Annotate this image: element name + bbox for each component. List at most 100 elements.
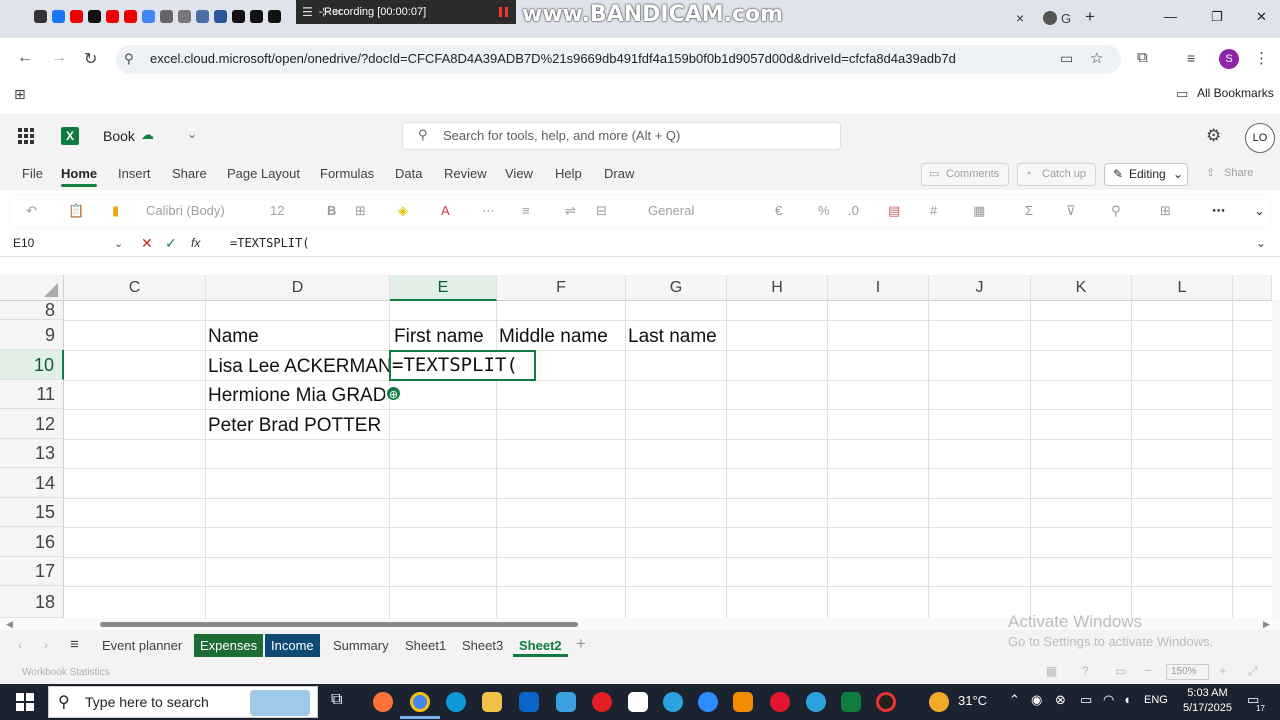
autosum-icon[interactable]: Σ [1025, 203, 1033, 218]
font-size-select[interactable]: 12 [270, 200, 308, 222]
currency-icon[interactable]: € [775, 203, 782, 218]
column-header-e[interactable]: E [390, 275, 497, 301]
fill-color-icon[interactable]: ◈ [398, 203, 408, 219]
youtube-icon[interactable] [106, 10, 119, 23]
tray-chevron-up-icon[interactable]: ⌃ [1009, 692, 1020, 708]
row-header-9[interactable]: 9 [0, 320, 64, 350]
volume-icon[interactable]: ◖ [1123, 692, 1131, 707]
tab-formulas[interactable]: Formulas [320, 166, 374, 181]
decimal-icon[interactable]: .0 [848, 203, 859, 218]
sort-filter-icon[interactable]: ⊽ [1066, 203, 1076, 219]
formula-input[interactable]: =TEXTSPLIT( [230, 236, 309, 250]
cell-d11[interactable]: Hermione Mia GRAD [208, 382, 386, 410]
workbook-statistics[interactable]: Workbook Statistics [22, 667, 110, 678]
back-icon[interactable]: ← [17, 49, 33, 67]
merge-icon[interactable]: ⊟ [596, 203, 607, 219]
tiktok-icon[interactable] [232, 10, 245, 23]
apps-grid-icon[interactable]: ⊞ [14, 86, 26, 103]
font-name-select[interactable]: Calibri (Body) [146, 200, 261, 222]
browser-menu-icon[interactable]: ⋮ [1254, 49, 1269, 67]
insert-function-button[interactable]: fx [191, 236, 200, 250]
paste-icon[interactable]: 📋 [68, 203, 84, 219]
taskbar-clock[interactable]: 5:03 AM 5/17/2025 [1183, 686, 1232, 716]
row-header-13[interactable]: 13 [0, 439, 64, 468]
cell-g9[interactable]: Last name [628, 323, 717, 351]
format-table-icon[interactable]: # [930, 203, 937, 218]
record-icon[interactable] [876, 692, 896, 712]
tab-insert[interactable]: Insert [118, 166, 151, 181]
find-icon[interactable]: ⚲ [1111, 203, 1121, 219]
prev-sheet-icon[interactable]: ‹ [18, 638, 22, 652]
undo-icon[interactable]: ↶ [26, 203, 37, 219]
scroll-left-icon[interactable]: ◀ [6, 619, 13, 630]
tab-data[interactable]: Data [395, 166, 422, 181]
tab-review[interactable]: Review [444, 166, 487, 181]
media-icon[interactable]: ≡ [1187, 50, 1195, 66]
row-header-8[interactable]: 8 [0, 301, 64, 320]
search-placeholder[interactable]: Search for tools, help, and more (Alt + … [443, 128, 680, 143]
row-header-14[interactable]: 14 [0, 468, 64, 498]
minimize-icon[interactable]: — [1164, 9, 1177, 24]
vertical-scrollbar[interactable] [1272, 300, 1280, 618]
column-header-l[interactable]: L [1132, 275, 1233, 301]
cell-styles-icon[interactable]: ▦ [973, 203, 985, 219]
tab-help[interactable]: Help [555, 166, 582, 181]
expand-formula-icon[interactable]: ⌄ [1256, 236, 1266, 250]
column-header-next[interactable] [1233, 275, 1272, 301]
wifi-icon[interactable]: ◠ [1103, 692, 1114, 708]
tray-app-icon[interactable]: ⊗ [1055, 692, 1066, 708]
temperature[interactable]: 31°C [958, 693, 987, 708]
app-icon[interactable] [196, 10, 209, 23]
row-header-17[interactable]: 17 [0, 557, 64, 586]
sheet-tab-event-planner[interactable]: Event planner [96, 634, 188, 657]
all-sheets-icon[interactable]: ≡ [70, 636, 79, 653]
catch-up-button[interactable]: ◔ Catch up [1017, 163, 1096, 186]
taskbar-search-placeholder[interactable]: Type here to search [85, 694, 209, 710]
app-icon[interactable] [142, 10, 155, 23]
cell-d12[interactable]: Peter Brad POTTER [208, 412, 381, 440]
tiktok-icon[interactable] [88, 10, 101, 23]
column-header-j[interactable]: J [929, 275, 1031, 301]
tab-view[interactable]: View [505, 166, 533, 181]
align-icon[interactable]: ≡ [522, 203, 530, 218]
add-sheet-button[interactable]: + [576, 634, 586, 654]
firefox-icon[interactable] [373, 692, 393, 712]
share-button[interactable]: ⇪ Share [1200, 163, 1270, 186]
google-tab[interactable]: G [1061, 11, 1071, 26]
comments-button[interactable]: ▭ Comments [921, 163, 1009, 186]
percent-icon[interactable]: % [818, 203, 830, 218]
chevron-down-icon[interactable]: ⌄ [114, 237, 123, 250]
enter-check-icon[interactable]: ✓ [165, 235, 177, 252]
document-icon[interactable] [628, 692, 648, 712]
bookmark-star-icon[interactable]: ☆ [1090, 49, 1103, 67]
column-header-d[interactable]: D [206, 275, 390, 301]
sheet-tab-expenses[interactable]: Expenses [194, 634, 264, 657]
pinned-tab-icons[interactable] [34, 10, 281, 23]
sheet-tab-summary[interactable]: Summary [327, 634, 395, 657]
site-info-icon[interactable]: ⚲ [124, 51, 134, 67]
cell-d10[interactable]: Lisa Lee ACKERMAN [208, 353, 392, 381]
more-font-options-icon[interactable]: ⋯ [482, 203, 495, 219]
tab-file[interactable]: File [22, 166, 43, 181]
cancel-icon[interactable]: ✕ [141, 235, 153, 252]
cell-e9[interactable]: First name [394, 323, 484, 351]
name-box[interactable]: E10 [13, 236, 126, 250]
telegram-icon[interactable] [806, 692, 826, 712]
forward-icon[interactable]: → [51, 49, 67, 67]
tab-share[interactable]: Share [172, 166, 207, 181]
normal-view-icon[interactable]: ▦ [1046, 664, 1057, 678]
telegram-icon[interactable] [663, 692, 683, 712]
zoom-select[interactable]: 150% [1166, 664, 1209, 680]
sheet-tab-income[interactable]: Income [265, 634, 320, 657]
horizontal-scroll-thumb[interactable] [100, 622, 578, 627]
settings-gear-icon[interactable]: ⚙ [1206, 126, 1221, 146]
column-header-i[interactable]: I [828, 275, 929, 301]
column-header-f[interactable]: F [497, 275, 626, 301]
sheet-tab-sheet2[interactable]: Sheet2 [513, 634, 568, 657]
add-ins-icon[interactable]: ⊞ [1160, 203, 1171, 219]
account-avatar[interactable]: LO [1245, 123, 1275, 153]
app-icon[interactable] [214, 10, 227, 23]
extensions-icon[interactable]: ⧉ [1137, 49, 1148, 66]
windows-start-icon[interactable] [16, 693, 34, 711]
editing-mode-button[interactable]: ✎ Editing ⌄ [1104, 163, 1188, 186]
